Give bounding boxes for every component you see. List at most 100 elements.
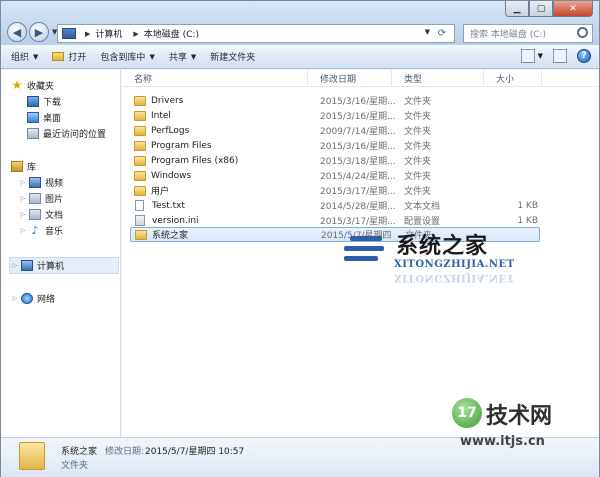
open-button[interactable]: 打开 — [52, 50, 86, 63]
expand-arrow-icon[interactable]: ▷ — [11, 295, 19, 302]
nav-pictures[interactable]: ▷ 图片 — [19, 192, 63, 205]
nav-computer[interactable]: ▷ 计算机 — [11, 259, 64, 272]
open-label: 打开 — [68, 53, 87, 63]
dropdown-arrow-icon: ▼ — [33, 52, 39, 61]
close-button[interactable]: ✕ — [553, 1, 593, 17]
organize-button[interactable]: 组织 ▼ — [11, 50, 39, 64]
column-size[interactable]: 大小 — [484, 70, 542, 87]
file-type: 文本文档 — [404, 202, 441, 212]
new-folder-button[interactable]: 新建文件夹 — [210, 50, 255, 63]
back-button[interactable]: ◀ — [7, 22, 27, 42]
file-row[interactable]: 用户 2015/3/17/星期... 文件夹 — [130, 183, 540, 198]
file-size: 1 KB — [517, 215, 538, 226]
expand-arrow-icon[interactable]: ▷ — [19, 227, 27, 234]
window-caption-buttons: ▁ ▢ ✕ — [505, 1, 593, 17]
star-icon: ★ — [11, 78, 23, 92]
nav-videos[interactable]: ▷ 视频 — [19, 176, 63, 189]
nav-desktop[interactable]: 桌面 — [27, 111, 61, 124]
nav-label: 网络 — [37, 295, 56, 305]
column-name[interactable]: 名称 — [122, 70, 308, 87]
nav-label: 最近访问的位置 — [43, 130, 107, 140]
folder-open-icon — [52, 52, 65, 61]
file-name-cell: Drivers — [134, 95, 183, 106]
title-bar: ▁ ▢ ✕ ◀ ▶ ▼ ▶ 计算机 ▶ 本地磁盘 (C:) ▼ ⟳ 搜索 本地磁… — [1, 1, 599, 45]
file-name-cell: Program Files — [134, 140, 212, 151]
file-date: 2014/5/28/星期... — [320, 202, 396, 212]
file-row[interactable]: Program Files (x86) 2015/3/18/星期... 文件夹 — [130, 153, 540, 168]
nav-label: 库 — [27, 163, 37, 173]
file-row[interactable]: Program Files 2015/3/16/星期... 文件夹 — [130, 138, 540, 153]
file-row[interactable]: PerfLogs 2009/7/14/星期... 文件夹 — [130, 123, 540, 138]
preview-pane-icon[interactable] — [553, 49, 567, 63]
expand-arrow-icon[interactable]: ▷ — [19, 179, 27, 186]
nav-music[interactable]: ▷ ♪ 音乐 — [19, 224, 63, 237]
watermark-url: www.itjs.cn — [460, 434, 545, 449]
details-name: 系统之家 — [61, 447, 98, 457]
breadcrumb-computer[interactable]: ▶ 计算机 — [80, 27, 122, 41]
share-label: 共享 — [168, 53, 187, 63]
view-options-icon[interactable] — [520, 49, 535, 63]
nav-libraries[interactable]: 库 — [11, 160, 36, 173]
picture-library-icon — [29, 193, 41, 204]
column-type[interactable]: 类型 — [392, 70, 484, 87]
nav-label: 计算机 — [37, 262, 65, 272]
nav-favorites[interactable]: ★ 收藏夹 — [11, 78, 54, 92]
file-name: Program Files — [151, 140, 212, 151]
minimize-button[interactable]: ▁ — [505, 1, 529, 17]
search-placeholder: 搜索 本地磁盘 (C:) — [470, 30, 547, 40]
nav-recent-places[interactable]: 最近访问的位置 — [27, 127, 106, 140]
view-dropdown-icon[interactable]: ▼ — [538, 52, 543, 60]
help-icon[interactable]: ? — [577, 49, 591, 63]
file-name-cell: Windows — [134, 170, 191, 181]
expand-arrow-icon[interactable]: ▷ — [19, 195, 27, 202]
maximize-button[interactable]: ▢ — [529, 1, 553, 17]
network-icon — [21, 293, 33, 304]
file-name: Intel — [151, 110, 171, 121]
file-name: Test.txt — [152, 200, 185, 211]
refresh-icon[interactable]: ⟳ — [432, 26, 452, 41]
computer-icon — [62, 28, 76, 39]
file-date: 2009/7/14/星期... — [320, 127, 396, 137]
file-name-cell: 用户 — [134, 184, 169, 197]
address-history-dropdown-icon[interactable]: ▼ — [425, 28, 430, 36]
breadcrumb-separator-icon[interactable]: ▶ — [133, 30, 138, 38]
watermark-url-reflection: XITONGZHIJIA.NET — [394, 272, 515, 283]
file-row[interactable]: Test.txt 2014/5/28/星期... 文本文档 1 KB — [130, 198, 540, 213]
dropdown-arrow-icon: ▼ — [190, 52, 197, 61]
share-button[interactable]: 共享 ▼ — [168, 50, 197, 64]
folder-icon — [134, 95, 146, 106]
nav-network[interactable]: ▷ 网络 — [11, 292, 55, 305]
folder-icon — [134, 125, 146, 136]
file-date: 2015/3/16/星期... — [320, 97, 396, 107]
include-in-library-label: 包含到库中 — [100, 53, 146, 63]
column-label: 名称 — [134, 75, 153, 85]
command-bar: 组织 ▼ 打开 包含到库中 ▼ 共享 ▼ 新建文件夹 ▼ ? — [1, 45, 599, 69]
computer-icon — [21, 260, 33, 271]
video-library-icon — [29, 177, 41, 188]
nav-label: 音乐 — [45, 227, 64, 237]
xitongzhijia-logo-icon — [340, 232, 388, 270]
search-box[interactable]: 搜索 本地磁盘 (C:) — [463, 24, 593, 43]
expand-arrow-icon[interactable]: ▷ — [11, 262, 19, 269]
breadcrumb-local-disk[interactable]: ▶ 本地磁盘 (C:) — [128, 27, 199, 41]
file-name: Program Files (x86) — [151, 155, 239, 166]
include-in-library-button[interactable]: 包含到库中 ▼ — [100, 50, 155, 64]
nav-downloads[interactable]: 下载 — [27, 95, 61, 108]
nav-documents[interactable]: ▷ 文档 — [19, 208, 63, 221]
file-name-cell: 系统之家 — [135, 228, 188, 241]
document-library-icon — [29, 209, 41, 220]
file-row[interactable]: Windows 2015/4/24/星期... 文件夹 — [130, 168, 540, 183]
toolbar-right: ▼ ? — [511, 49, 591, 63]
file-name-cell: version.ini — [134, 215, 199, 226]
file-name-cell: Intel — [134, 110, 171, 121]
file-row[interactable]: Drivers 2015/3/16/星期... 文件夹 — [130, 93, 540, 108]
file-row[interactable]: Intel 2015/3/16/星期... 文件夹 — [130, 108, 540, 123]
breadcrumb-separator-icon[interactable]: ▶ — [85, 30, 90, 38]
forward-button[interactable]: ▶ — [29, 22, 49, 42]
dropdown-arrow-icon: ▼ — [149, 52, 155, 61]
address-bar[interactable]: ▶ 计算机 ▶ 本地磁盘 (C:) ▼ ⟳ — [57, 24, 455, 43]
details-modified-value: 2015/5/7/星期四 10:57 — [145, 447, 245, 457]
expand-arrow-icon[interactable]: ▷ — [19, 211, 27, 218]
column-date[interactable]: 修改日期 — [308, 70, 392, 87]
search-icon — [577, 27, 588, 38]
